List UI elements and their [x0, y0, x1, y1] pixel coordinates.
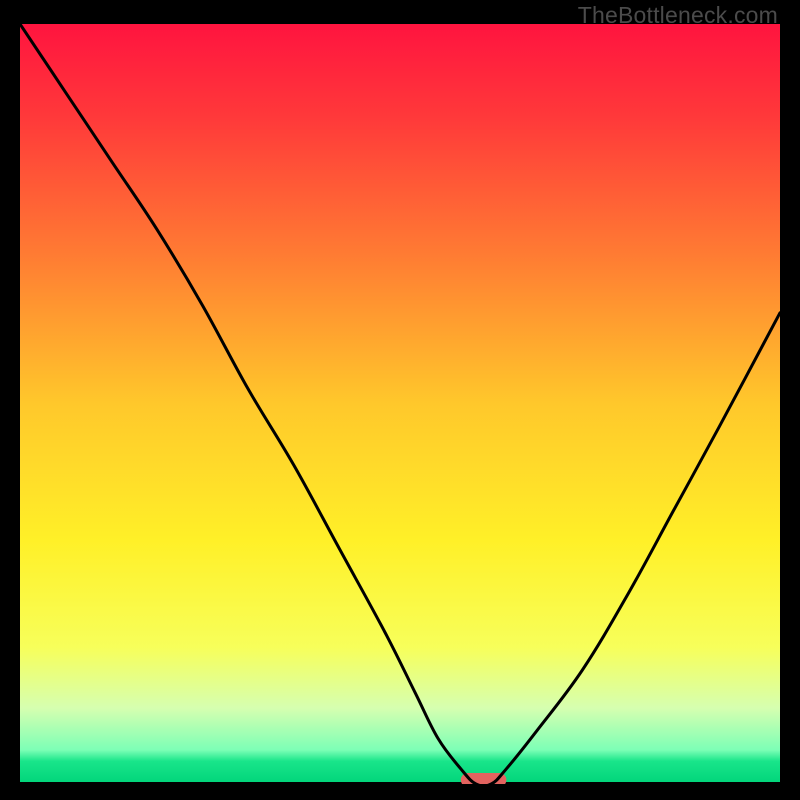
gradient-background — [20, 24, 780, 784]
watermark-text: TheBottleneck.com — [578, 2, 778, 29]
bottleneck-chart — [20, 24, 780, 784]
chart-frame — [20, 24, 780, 784]
